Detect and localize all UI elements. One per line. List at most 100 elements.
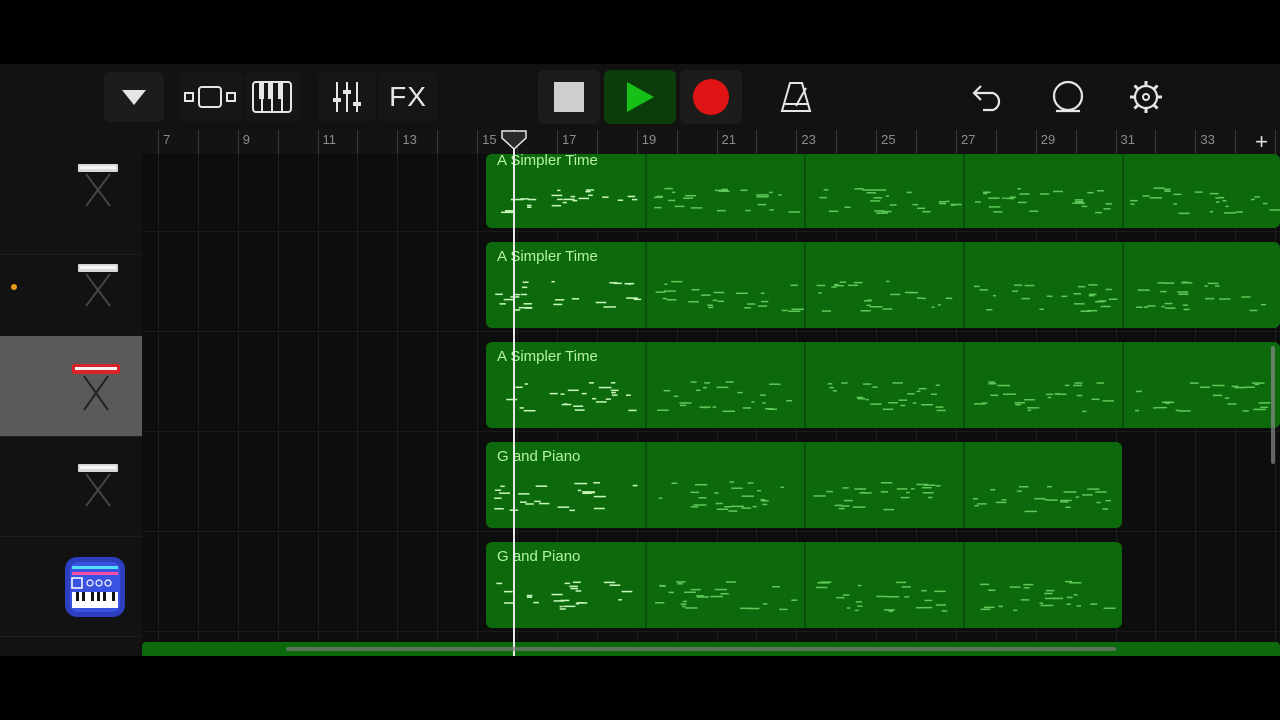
track-header-4[interactable] xyxy=(0,436,142,537)
browser-dropdown-button[interactable] xyxy=(104,72,164,122)
grid-line xyxy=(357,154,359,656)
settings-button[interactable] xyxy=(1116,72,1176,122)
keyboard-stand-icon xyxy=(78,164,118,207)
region-2[interactable]: A Simpler Time xyxy=(486,242,1280,328)
keyboard-icon xyxy=(252,81,292,113)
ruler-tick xyxy=(357,130,359,154)
playhead[interactable] xyxy=(501,130,527,656)
ruler-bar-number: 23 xyxy=(801,132,816,147)
ruler-tick xyxy=(237,130,239,154)
play-button[interactable] xyxy=(604,70,676,124)
ruler-bar-number: 19 xyxy=(641,132,657,147)
track-lanes[interactable]: A Simpler Time A Simpler Time A Simpler … xyxy=(142,154,1280,656)
region-notes xyxy=(495,242,1267,328)
ruler-tick xyxy=(676,130,678,154)
ruler-bar-number: 13 xyxy=(402,132,417,147)
tracks-view-button[interactable] xyxy=(180,72,242,122)
ruler-bar-number: 11 xyxy=(322,132,337,147)
track-header-3[interactable] xyxy=(0,336,142,437)
vertical-scrollbar[interactable] xyxy=(1271,346,1275,464)
ruler-tick xyxy=(796,130,798,154)
metronome-button[interactable] xyxy=(766,72,826,122)
play-icon xyxy=(627,82,654,112)
lane-separator xyxy=(142,531,1280,532)
fx-button[interactable]: FX xyxy=(378,72,438,122)
region-notes xyxy=(506,342,1271,428)
ruler-tick xyxy=(157,130,159,154)
track-header-1[interactable] xyxy=(0,154,142,255)
record-button[interactable] xyxy=(680,70,742,124)
loop-button[interactable] xyxy=(1038,72,1098,122)
lane-separator xyxy=(142,431,1280,432)
fx-label: FX xyxy=(389,81,427,112)
ruler-bar-number: 9 xyxy=(242,132,250,147)
stop-icon xyxy=(554,82,584,112)
ruler-bar-number: 25 xyxy=(881,132,896,147)
ruler-tick xyxy=(1235,130,1237,154)
ruler-bar-number: 7 xyxy=(162,132,171,147)
horizontal-scrollbar[interactable] xyxy=(286,647,1116,651)
ruler-tick xyxy=(197,130,199,154)
region-3[interactable]: A Simpler Time xyxy=(486,342,1280,428)
region-name: G and Piano xyxy=(497,548,581,565)
grid-line xyxy=(437,154,439,656)
region-name: G and Piano xyxy=(497,448,581,465)
region-notes xyxy=(494,442,1112,528)
keyboard-button[interactable] xyxy=(244,72,300,122)
playhead-handle-icon xyxy=(501,130,527,150)
metronome-icon xyxy=(780,82,812,112)
timeline-ruler[interactable]: 7 9 11 13 15 17 19 21 23 25 27 29 31 33 xyxy=(142,130,1280,155)
region-1[interactable]: A Simpler Time xyxy=(486,154,1280,228)
grid-line xyxy=(237,154,239,656)
toolbar: FX xyxy=(0,64,1280,130)
grid-line xyxy=(157,154,159,656)
keyboard-stand-icon xyxy=(78,264,118,307)
region-5[interactable]: G and Piano xyxy=(486,542,1122,628)
ruler-bar-number: 17 xyxy=(561,132,577,147)
track-header-5[interactable] xyxy=(0,536,142,637)
record-icon xyxy=(693,79,729,115)
ruler-tick xyxy=(556,130,558,154)
stop-button[interactable] xyxy=(538,70,600,124)
mixer-button[interactable] xyxy=(318,72,376,122)
grid-line xyxy=(397,154,399,656)
region-notes xyxy=(496,542,1116,628)
ruler-tick xyxy=(477,130,479,154)
red-keyboard-icon xyxy=(72,364,120,411)
lane-separator xyxy=(142,331,1280,332)
ruler-tick xyxy=(916,130,918,154)
add-section-button[interactable]: + xyxy=(1255,130,1268,154)
track-headers xyxy=(0,154,142,656)
undo-button[interactable] xyxy=(958,72,1018,122)
ruler-bar-number: 27 xyxy=(960,132,976,147)
ruler-tick xyxy=(955,130,957,154)
synth-app-icon xyxy=(65,557,125,617)
ruler-tick xyxy=(876,130,878,154)
region-notes xyxy=(501,154,1280,228)
keyboard-stand-icon xyxy=(78,464,118,507)
grid-line xyxy=(317,154,319,656)
garageband-app: FX 7 9 11 13 15 17 19 21 23 25 27 29 31 … xyxy=(0,64,1280,656)
ruler-tick xyxy=(397,130,399,154)
loop-icon xyxy=(1052,80,1084,113)
settings-icon xyxy=(1130,81,1162,113)
ruler-tick xyxy=(1195,130,1197,154)
ruler-tick xyxy=(1115,130,1117,154)
ruler-tick xyxy=(596,130,598,154)
ruler-tick xyxy=(756,130,758,154)
ruler-tick xyxy=(1275,130,1277,154)
ruler-bar-number: 15 xyxy=(482,132,497,147)
grid-line xyxy=(477,154,479,656)
ruler-tick xyxy=(716,130,718,154)
region-4[interactable]: G and Piano xyxy=(486,442,1122,528)
ruler-tick xyxy=(437,130,439,154)
ruler-tick xyxy=(1035,130,1037,154)
ruler-tick xyxy=(995,130,997,154)
grid-line xyxy=(277,154,279,656)
ruler-tick xyxy=(836,130,838,154)
ruler-tick xyxy=(277,130,279,154)
tracks-view-icon xyxy=(184,86,236,108)
undo-icon xyxy=(972,85,1001,112)
mixer-icon xyxy=(333,82,361,112)
ruler-bar-number: 21 xyxy=(721,132,737,147)
